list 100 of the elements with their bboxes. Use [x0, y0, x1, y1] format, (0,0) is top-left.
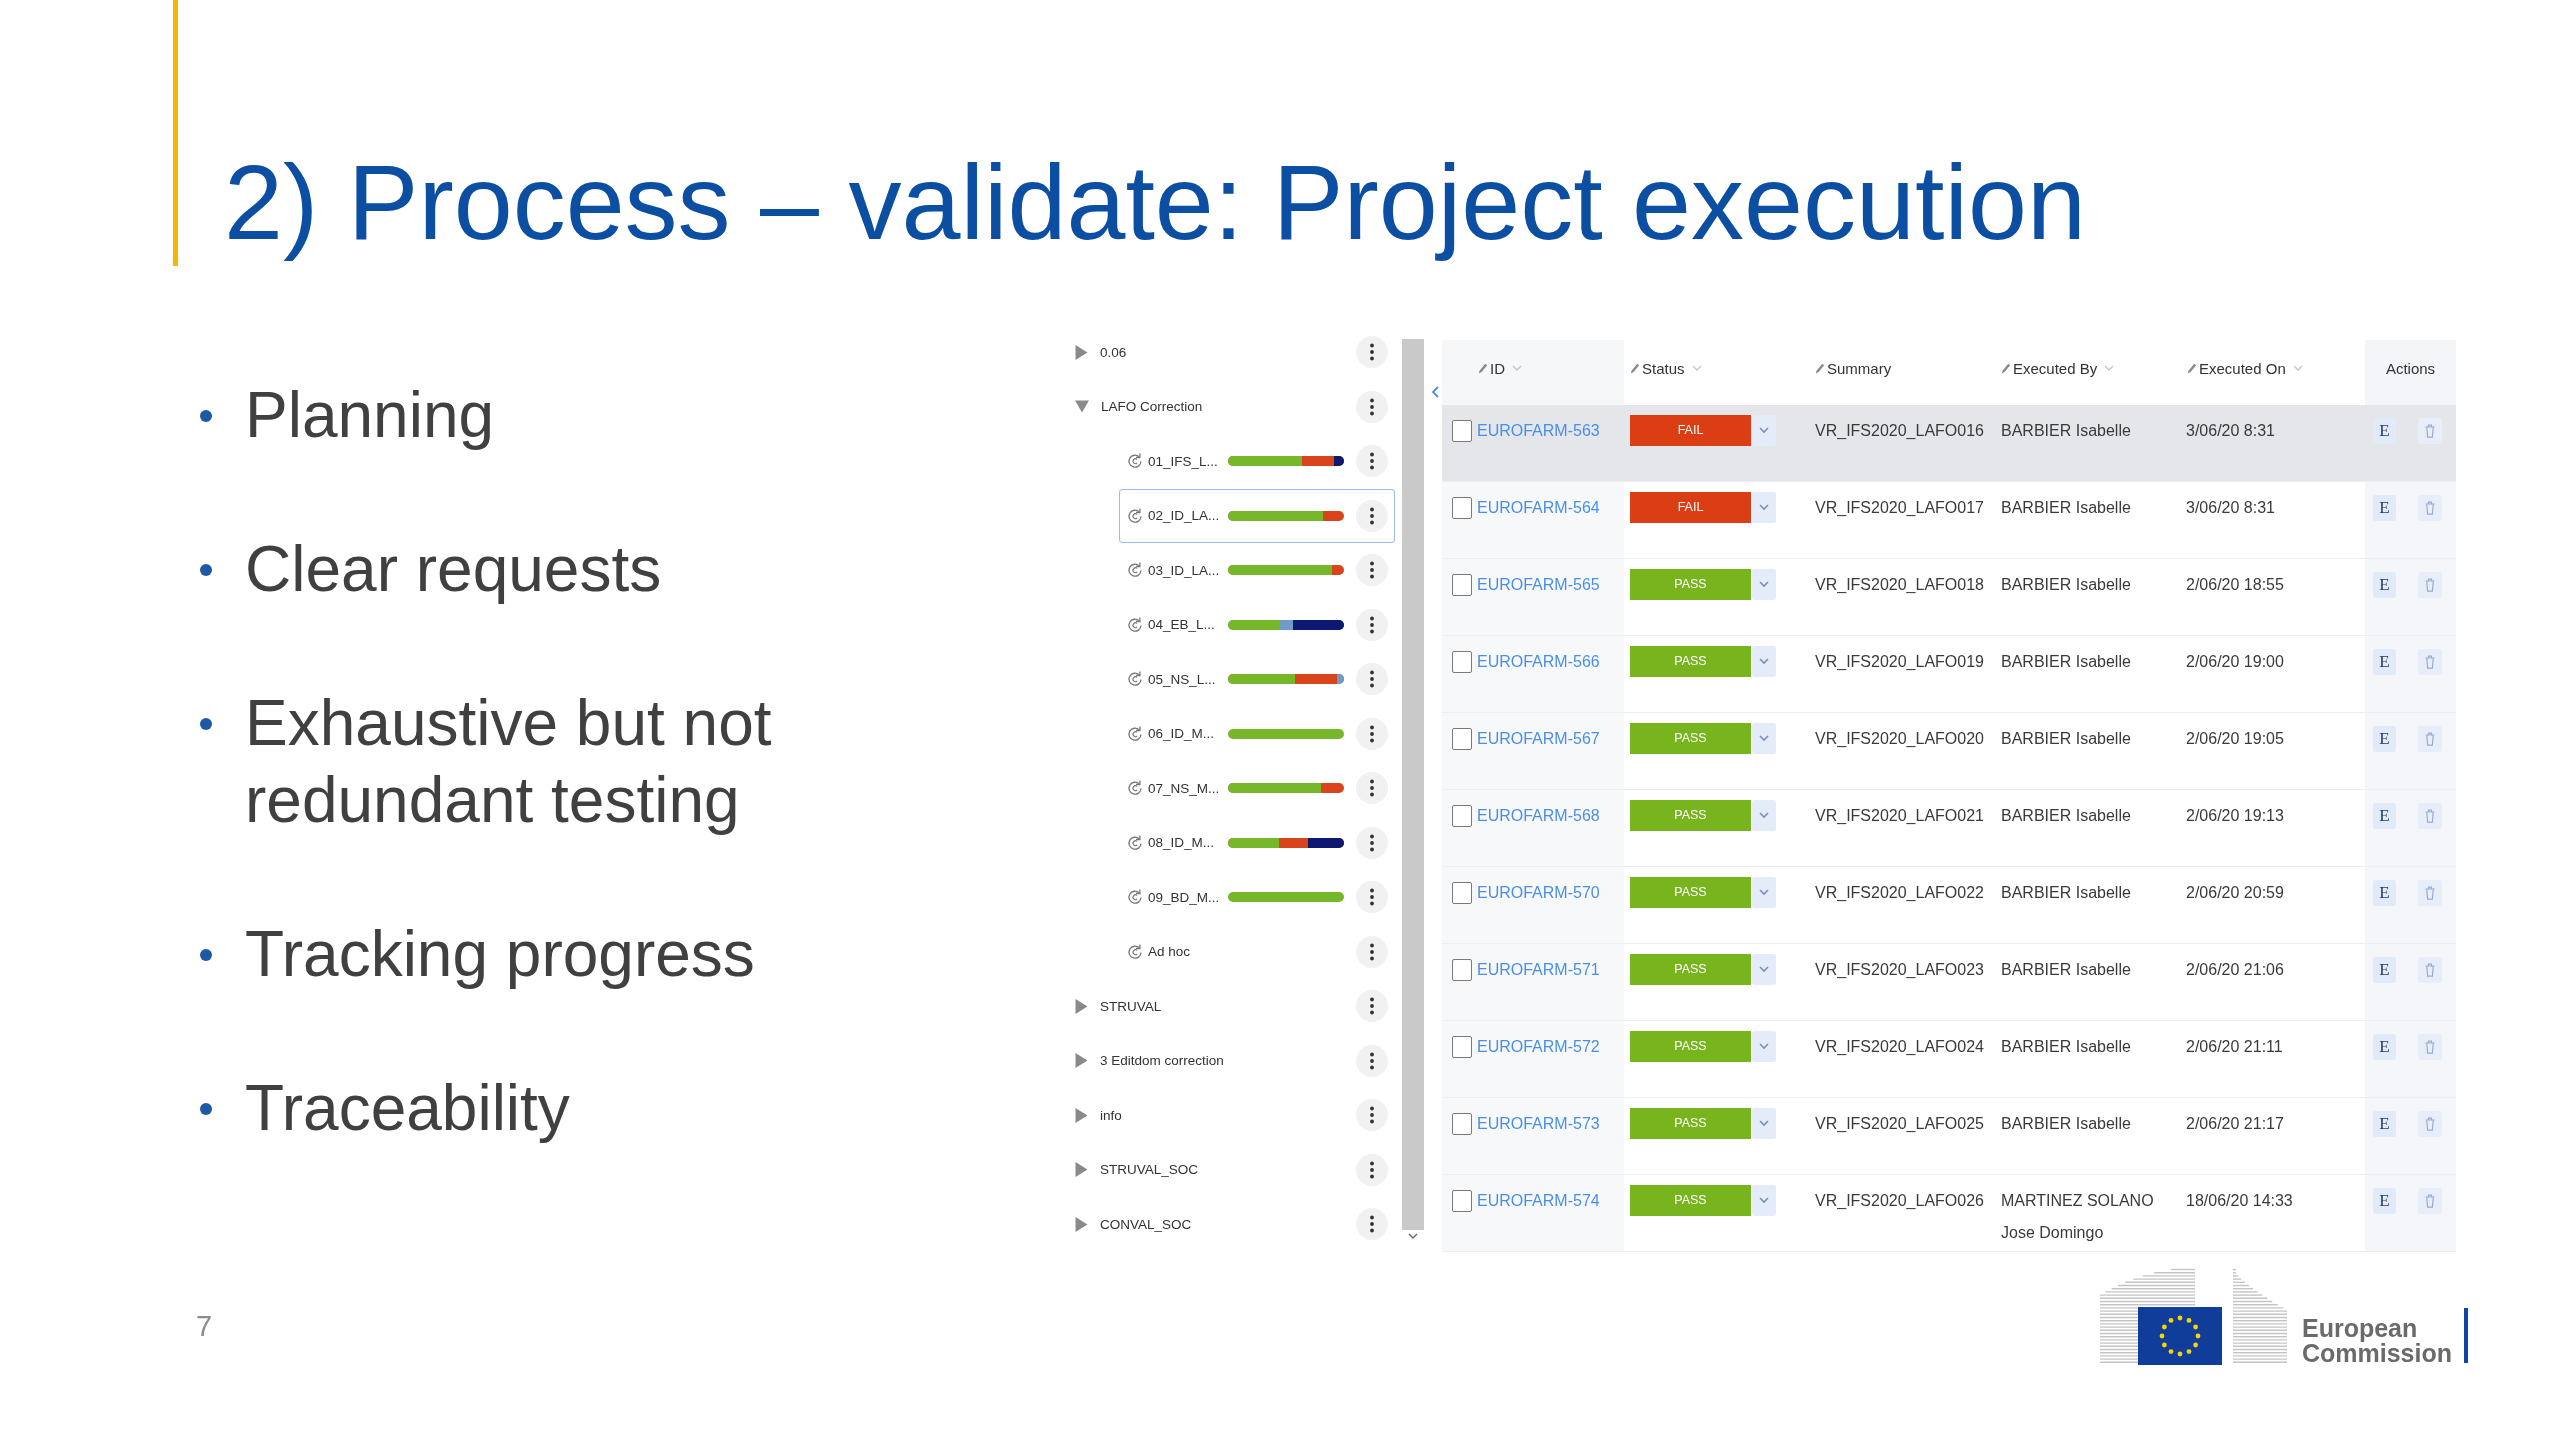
executor-name: BARBIER Isabelle	[2001, 421, 2131, 441]
chevron-down-icon[interactable]	[1407, 1233, 1418, 1240]
more-icon[interactable]	[1356, 499, 1388, 532]
trash-icon[interactable]	[2418, 1188, 2442, 1214]
executor-name: BARBIER Isabelle	[2001, 652, 2131, 672]
more-icon[interactable]	[1356, 881, 1388, 914]
checkbox[interactable]	[1452, 651, 1472, 673]
checkbox[interactable]	[1452, 1113, 1472, 1135]
tree-row[interactable]: 06_ID_M...	[1119, 706, 1395, 761]
trash-icon[interactable]	[2418, 572, 2442, 598]
logo-text: Commission	[2301, 1341, 2452, 1366]
trash-icon[interactable]	[2418, 803, 2442, 829]
checkbox[interactable]	[1452, 420, 1472, 442]
triangle-right-icon[interactable]	[1075, 344, 1088, 360]
triangle-right-icon[interactable]	[1075, 1053, 1088, 1069]
action-button[interactable]: E	[2373, 572, 2396, 598]
checkbox[interactable]	[1452, 805, 1472, 827]
action-button[interactable]: E	[2373, 880, 2396, 906]
tree-row[interactable]: CONVAL_SOC	[1065, 1197, 1395, 1252]
trash-icon[interactable]	[2418, 495, 2442, 521]
more-icon[interactable]	[1356, 717, 1388, 750]
summary-text: VR_IFS2020_LAFO024	[1815, 1037, 1984, 1057]
triangle-right-icon[interactable]	[1075, 998, 1088, 1014]
tree-row[interactable]: 03_ID_LA...	[1119, 543, 1395, 598]
column-header[interactable]: Status	[1642, 359, 1685, 377]
action-button[interactable]: E	[2373, 1188, 2396, 1214]
action-button[interactable]: E	[2373, 649, 2396, 675]
bullet-icon	[200, 718, 212, 730]
trash-icon[interactable]	[2418, 957, 2442, 983]
more-icon[interactable]	[1356, 390, 1388, 423]
action-button[interactable]: E	[2373, 1111, 2396, 1137]
scrollbar[interactable]	[1401, 339, 1424, 1230]
page-number: 7	[196, 1309, 213, 1343]
triangle-right-icon[interactable]	[1075, 1107, 1088, 1123]
action-button[interactable]: E	[2373, 726, 2396, 752]
action-button[interactable]: E	[2373, 418, 2396, 444]
tree-row[interactable]: STRUVAL_SOC	[1065, 1142, 1395, 1197]
more-icon[interactable]	[1356, 608, 1388, 641]
cycle-icon	[1127, 725, 1143, 742]
column-header[interactable]: Executed By	[2013, 359, 2098, 377]
trash-icon[interactable]	[2418, 1034, 2442, 1060]
action-button[interactable]: E	[2373, 957, 2396, 983]
more-icon[interactable]	[1356, 1153, 1388, 1186]
column-header[interactable]: Summary	[1827, 359, 1892, 377]
tree-row[interactable]: 07_NS_M...	[1119, 761, 1395, 816]
checkbox[interactable]	[1452, 574, 1472, 596]
executor-name: BARBIER Isabelle	[2001, 1037, 2131, 1057]
more-icon[interactable]	[1356, 772, 1388, 805]
checkbox[interactable]	[1452, 1036, 1472, 1058]
tree-row[interactable]: 0.06	[1065, 325, 1395, 380]
bullet-text: Traceability	[245, 1071, 570, 1146]
more-icon[interactable]	[1356, 336, 1388, 369]
column-header[interactable]: Executed On	[2199, 359, 2286, 377]
trash-icon[interactable]	[2418, 649, 2442, 675]
more-icon[interactable]	[1356, 1099, 1388, 1132]
action-button[interactable]: E	[2373, 1034, 2396, 1060]
trash-icon[interactable]	[2418, 880, 2442, 906]
checkbox[interactable]	[1452, 497, 1472, 519]
more-icon[interactable]	[1356, 445, 1388, 478]
tree-row[interactable]: 02_ID_LA...	[1119, 488, 1395, 543]
status-tag[interactable]: FAIL	[1630, 415, 1751, 446]
tree-row[interactable]: info	[1065, 1088, 1395, 1143]
more-icon[interactable]	[1356, 990, 1388, 1023]
more-icon[interactable]	[1356, 1044, 1388, 1077]
column-header[interactable]: Actions	[2385, 359, 2436, 377]
tree-row[interactable]: 08_ID_M...	[1119, 815, 1395, 870]
more-icon[interactable]	[1356, 663, 1388, 696]
bullet-icon	[200, 949, 212, 961]
more-icon[interactable]	[1356, 1208, 1388, 1241]
tree-row[interactable]: STRUVAL	[1065, 979, 1395, 1034]
triangle-right-icon[interactable]	[1075, 1216, 1088, 1232]
tree-row[interactable]: 01_IFS_L...	[1119, 434, 1395, 489]
action-button[interactable]: E	[2373, 803, 2396, 829]
tree-row[interactable]: 04_EB_L...	[1119, 597, 1395, 652]
checkbox[interactable]	[1452, 1190, 1472, 1212]
chevron-left-icon[interactable]	[1431, 386, 1439, 398]
tree-row[interactable]: LAFO Correction	[1065, 379, 1395, 434]
tree-row[interactable]: 05_NS_L...	[1119, 652, 1395, 707]
date-text: 2/06/20 21:17	[2186, 1114, 2284, 1134]
column-header[interactable]: ID	[1490, 359, 1505, 377]
executor-name: BARBIER Isabelle	[2001, 883, 2131, 903]
more-icon[interactable]	[1356, 935, 1388, 968]
triangle-right-icon[interactable]	[1075, 1162, 1088, 1178]
trash-icon[interactable]	[2418, 726, 2442, 752]
checkbox[interactable]	[1452, 959, 1472, 981]
tree-row[interactable]: Ad hoc	[1119, 924, 1395, 979]
action-button[interactable]: E	[2373, 495, 2396, 521]
date-text: 3/06/20 8:31	[2186, 421, 2275, 441]
more-icon[interactable]	[1356, 826, 1388, 859]
tree-row[interactable]: 09_BD_M...	[1119, 870, 1395, 925]
tree-row[interactable]: 3 Editdom correction	[1065, 1033, 1395, 1088]
trash-icon[interactable]	[2418, 1111, 2442, 1137]
cycle-icon	[1127, 507, 1143, 524]
trash-icon[interactable]	[2418, 418, 2442, 444]
status-tag[interactable]: FAIL	[1630, 492, 1751, 523]
more-icon[interactable]	[1356, 554, 1388, 587]
checkbox[interactable]	[1452, 882, 1472, 904]
checkbox[interactable]	[1452, 728, 1472, 750]
date-text: 3/06/20 8:31	[2186, 498, 2275, 518]
triangle-down-icon[interactable]	[1075, 400, 1089, 414]
